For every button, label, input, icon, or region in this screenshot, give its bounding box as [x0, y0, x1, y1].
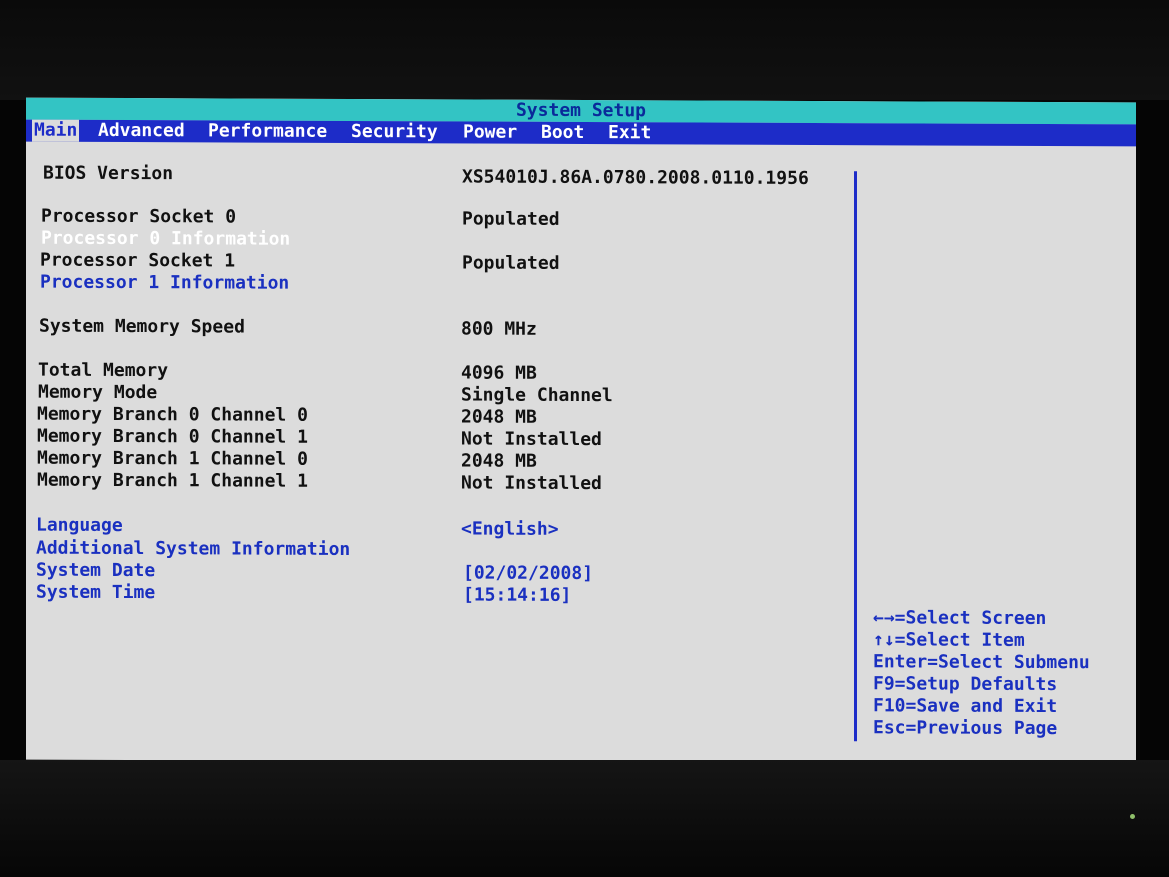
memory-branch-1-channel-1-value: Not Installed — [461, 472, 602, 495]
help-select-screen: ←→=Select Screen — [873, 607, 1047, 630]
processor-1-information-link[interactable]: Processor 1 Information — [40, 272, 289, 295]
system-time-value[interactable]: [15:14:16] — [463, 584, 571, 606]
total-memory-label: Total Memory — [38, 359, 169, 382]
help-select-submenu: Enter=Select Submenu — [873, 651, 1090, 674]
language-value[interactable]: <English> — [461, 518, 559, 540]
system-time-link[interactable]: System Time — [36, 582, 155, 605]
processor-socket-0-label: Processor Socket 0 — [41, 205, 237, 228]
bios-version-value: XS54010J.86A.0780.2008.0110.1956 — [462, 166, 809, 189]
memory-branch-1-channel-1-label: Memory Branch 1 Channel 1 — [37, 469, 308, 492]
menu-exit[interactable]: Exit — [608, 122, 651, 144]
total-memory-value: 4096 MB — [461, 362, 537, 384]
bios-version-label: BIOS Version — [43, 162, 174, 185]
menu-bar: Main Advanced Performance Security Power… — [26, 119, 1136, 147]
help-select-item: ↑↓=Select Item — [873, 629, 1025, 651]
bios-screen: System Setup Main Advanced Performance S… — [26, 97, 1136, 765]
language-link[interactable]: Language — [36, 515, 123, 537]
help-save-and-exit: F10=Save and Exit — [873, 695, 1058, 718]
memory-mode-value: Single Channel — [461, 384, 613, 407]
menu-advanced[interactable]: Advanced — [98, 120, 185, 142]
processor-socket-0-value: Populated — [462, 208, 560, 230]
memory-branch-1-channel-0-label: Memory Branch 1 Channel 0 — [37, 447, 308, 470]
memory-branch-1-channel-0-value: 2048 MB — [461, 450, 537, 472]
memory-branch-0-channel-0-value: 2048 MB — [461, 406, 537, 428]
menu-boot[interactable]: Boot — [541, 122, 584, 144]
menu-performance[interactable]: Performance — [208, 120, 327, 143]
system-memory-speed-label: System Memory Speed — [39, 315, 245, 338]
system-date-link[interactable]: System Date — [36, 560, 155, 583]
panel-divider — [854, 171, 857, 742]
menu-power[interactable]: Power — [463, 121, 517, 143]
menu-security[interactable]: Security — [351, 121, 438, 143]
memory-mode-label: Memory Mode — [38, 381, 158, 404]
help-setup-defaults: F9=Setup Defaults — [873, 673, 1058, 696]
processor-0-information-link[interactable]: Processor 0 Information — [41, 228, 290, 251]
additional-system-information-link[interactable]: Additional System Information — [36, 538, 350, 561]
processor-socket-1-value: Populated — [462, 252, 560, 274]
memory-branch-0-channel-1-label: Memory Branch 0 Channel 1 — [37, 425, 308, 448]
memory-branch-0-channel-1-value: Not Installed — [461, 428, 602, 451]
help-previous-page: Esc=Previous Page — [873, 717, 1058, 740]
monitor-bezel-top — [0, 0, 1169, 100]
processor-socket-1-label: Processor Socket 1 — [40, 249, 236, 272]
system-date-value[interactable]: [02/02/2008] — [463, 562, 593, 585]
menu-main[interactable]: Main — [32, 119, 80, 142]
power-led-icon — [1130, 814, 1135, 819]
system-memory-speed-value: 800 MHz — [461, 318, 537, 340]
memory-branch-0-channel-0-label: Memory Branch 0 Channel 0 — [37, 403, 308, 426]
monitor-bezel-bottom — [0, 760, 1169, 877]
